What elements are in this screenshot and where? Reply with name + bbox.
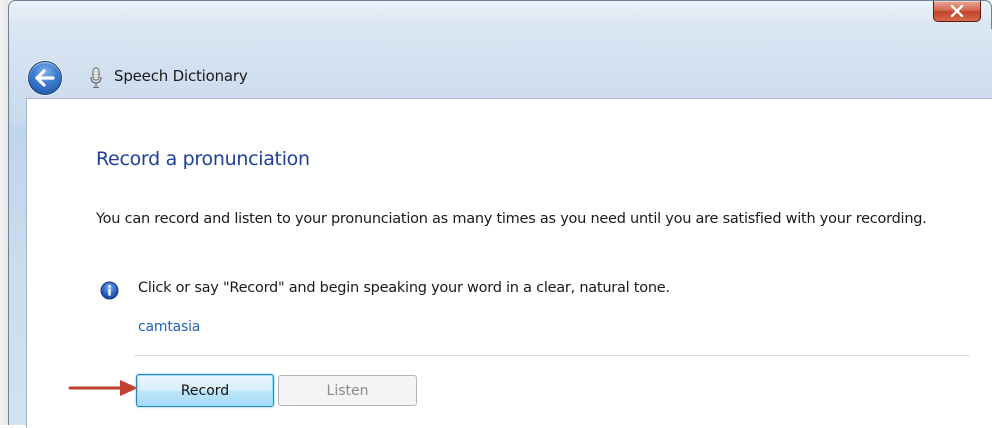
listen-button[interactable]: Listen bbox=[278, 375, 417, 406]
divider bbox=[134, 355, 970, 356]
background-edge bbox=[0, 0, 8, 425]
back-arrow-icon bbox=[35, 69, 55, 87]
instruction-text: Click or say "Record" and begin speaking… bbox=[138, 280, 670, 296]
page-title: Record a pronunciation bbox=[96, 148, 310, 170]
close-icon bbox=[950, 5, 964, 17]
description-text: You can record and listen to your pronun… bbox=[96, 211, 927, 227]
window-title: Speech Dictionary bbox=[114, 67, 248, 85]
content-panel: Record a pronunciation You can record an… bbox=[26, 98, 992, 428]
red-arrow-icon bbox=[68, 380, 138, 396]
close-button[interactable] bbox=[933, 1, 981, 22]
back-button[interactable] bbox=[28, 61, 62, 95]
speech-dictionary-window: Speech Dictionary Record a pronunciation… bbox=[8, 0, 992, 428]
info-icon bbox=[100, 281, 119, 300]
microphone-icon bbox=[90, 67, 102, 89]
record-button[interactable]: Record bbox=[136, 374, 274, 407]
word-label: camtasia bbox=[138, 319, 201, 335]
